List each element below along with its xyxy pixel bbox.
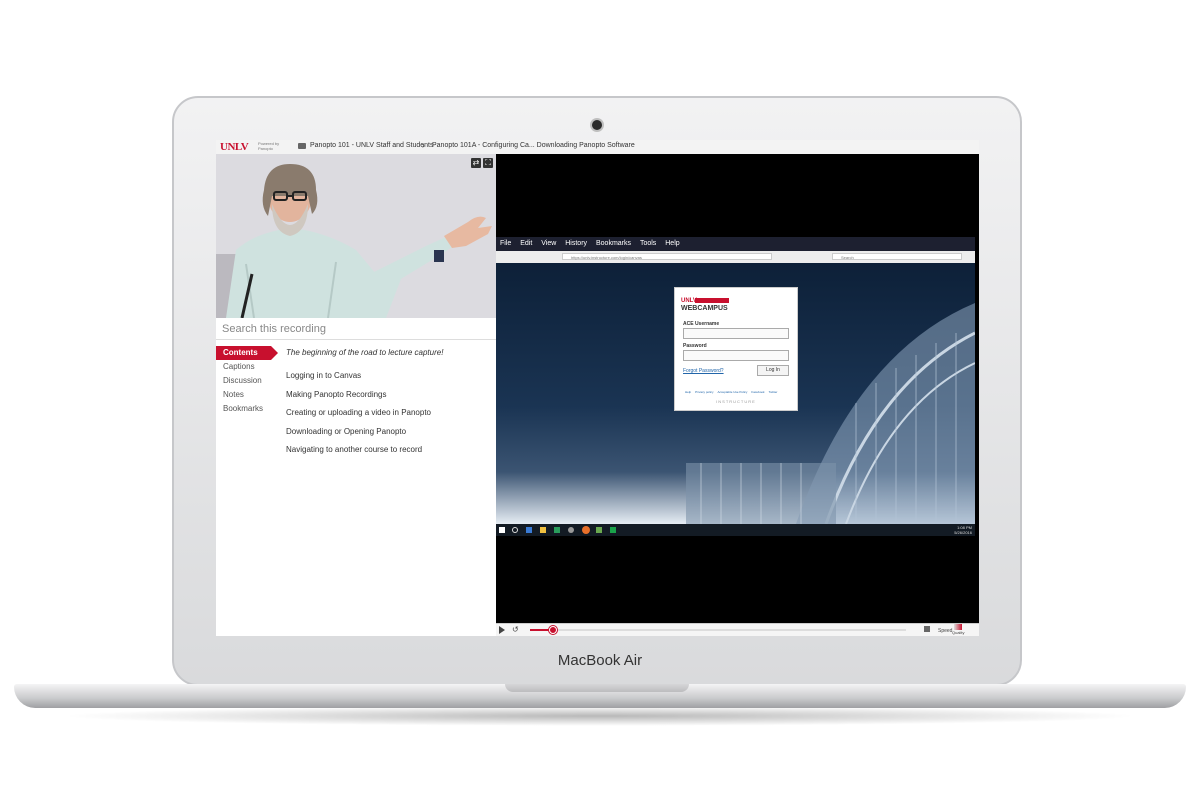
footer-link: Facebook bbox=[751, 390, 765, 394]
forgot-password-link: Forgot Password? bbox=[683, 368, 724, 374]
login-button: Log In bbox=[757, 365, 789, 376]
menu-help: Help bbox=[665, 240, 680, 247]
tab-contents[interactable]: Contents bbox=[216, 346, 278, 360]
search-recording-input[interactable]: Search this recording bbox=[216, 318, 496, 340]
quality-label[interactable]: Quality bbox=[952, 630, 964, 635]
taskbar-app-icon bbox=[610, 527, 616, 533]
browser-search-field: Search bbox=[832, 253, 962, 260]
list-item[interactable]: Making Panopto Recordings bbox=[286, 388, 491, 402]
taskbar-app-icon bbox=[568, 527, 574, 533]
clock-date: 5/26/2016 bbox=[954, 530, 972, 535]
fullscreen-icon[interactable]: ⛶ bbox=[483, 158, 493, 168]
menu-view: View bbox=[541, 240, 557, 247]
footer-link: Privacy policy bbox=[695, 390, 714, 394]
instructure-label: INSTRUCTURE bbox=[716, 399, 756, 404]
list-item[interactable]: Creating or uploading a video in Panopto bbox=[286, 406, 491, 420]
webcampus-logo-bottom: WEBCAMPUS bbox=[681, 305, 728, 312]
webcampus-logo-top: UNLV bbox=[681, 298, 697, 304]
tab-notes[interactable]: Notes bbox=[216, 388, 278, 402]
breadcrumb-current: Panopto 101A - Configuring Ca... Downloa… bbox=[432, 142, 635, 149]
login-card: UNLV WEBCAMPUS ACE Username Password For… bbox=[674, 287, 798, 411]
presenter-image bbox=[216, 154, 496, 318]
progress-handle[interactable] bbox=[548, 626, 557, 634]
rewind-icon[interactable]: ↺ bbox=[512, 625, 519, 634]
volume-icon[interactable] bbox=[924, 626, 930, 632]
contents-list: The beginning of the road to lecture cap… bbox=[286, 346, 491, 462]
password-label: Password bbox=[683, 343, 707, 349]
windows-start-icon bbox=[499, 527, 505, 533]
windows-taskbar: 1:08 PM 5/26/2016 bbox=[496, 524, 975, 536]
swap-view-icon[interactable]: ⇄ bbox=[471, 158, 481, 168]
browser-menubar: File Edit View History Bookmarks Tools H… bbox=[496, 237, 975, 251]
speed-label[interactable]: Speed bbox=[938, 628, 952, 634]
tab-captions[interactable]: Captions bbox=[216, 360, 278, 374]
firefox-icon bbox=[582, 526, 590, 534]
footer-link: Twitter bbox=[768, 390, 778, 394]
list-item[interactable]: Downloading or Opening Panopto bbox=[286, 425, 491, 439]
folder-icon bbox=[298, 143, 306, 149]
powered-by-label: Powered by Panopto bbox=[258, 141, 280, 151]
footer-link: Acceptable Use Policy bbox=[717, 390, 748, 394]
login-footer-links: Help Privacy policy Acceptable Use Polic… bbox=[685, 390, 789, 394]
menu-edit: Edit bbox=[520, 240, 533, 247]
taskbar-clock: 1:08 PM 5/26/2016 bbox=[944, 525, 972, 535]
list-item[interactable]: Navigating to another course to record bbox=[286, 443, 491, 457]
password-field bbox=[683, 350, 789, 361]
viewer-header: UNLV Powered by Panopto Panopto 101 - UN… bbox=[216, 140, 979, 155]
breadcrumb-separator: › bbox=[422, 141, 425, 150]
sidebar-nav: Contents Captions Discussion Notes Bookm… bbox=[216, 346, 278, 416]
tab-discussion[interactable]: Discussion bbox=[216, 374, 278, 388]
menu-file: File bbox=[500, 240, 512, 247]
player-controls: ↺ Speed Quality bbox=[496, 623, 979, 636]
breadcrumb-folder-link[interactable]: Panopto 101 - UNLV Staff and Students bbox=[310, 142, 434, 149]
username-label: ACE Username bbox=[683, 321, 720, 327]
contents-intro[interactable]: The beginning of the road to lecture cap… bbox=[286, 346, 491, 360]
menu-history: History bbox=[565, 240, 588, 247]
tab-bookmarks[interactable]: Bookmarks bbox=[216, 402, 278, 416]
progress-track[interactable] bbox=[530, 629, 906, 631]
username-field bbox=[683, 328, 789, 339]
url-field: https://unlv.instructure.com/login/canva… bbox=[562, 253, 772, 260]
menu-tools: Tools bbox=[639, 240, 657, 247]
webcampus-logo-bar bbox=[695, 298, 729, 303]
play-icon[interactable] bbox=[499, 626, 505, 634]
menu-bookmarks: Bookmarks bbox=[595, 240, 631, 247]
unlv-logo[interactable]: UNLV bbox=[220, 141, 249, 153]
screen: UNLV Powered by Panopto Panopto 101 - UN… bbox=[216, 140, 979, 636]
footer-link: Help bbox=[685, 390, 692, 394]
folder-icon bbox=[540, 527, 546, 533]
laptop-notch bbox=[505, 684, 689, 692]
taskbar-app-icon bbox=[526, 527, 532, 533]
laptop-shadow bbox=[60, 706, 1140, 726]
screen-capture-video[interactable]: File Edit View History Bookmarks Tools H… bbox=[496, 154, 979, 623]
presenter-video[interactable]: ⇄ ⛶ bbox=[216, 154, 496, 318]
list-item[interactable]: Logging in to Canvas bbox=[286, 369, 491, 383]
taskbar-search-icon bbox=[512, 527, 518, 533]
taskbar-app-icon bbox=[554, 527, 560, 533]
device-label: MacBook Air bbox=[557, 652, 643, 669]
taskbar-app-icon bbox=[596, 527, 602, 533]
webcam bbox=[592, 120, 602, 130]
webcampus-background: UNLV WEBCAMPUS ACE Username Password For… bbox=[496, 263, 975, 524]
